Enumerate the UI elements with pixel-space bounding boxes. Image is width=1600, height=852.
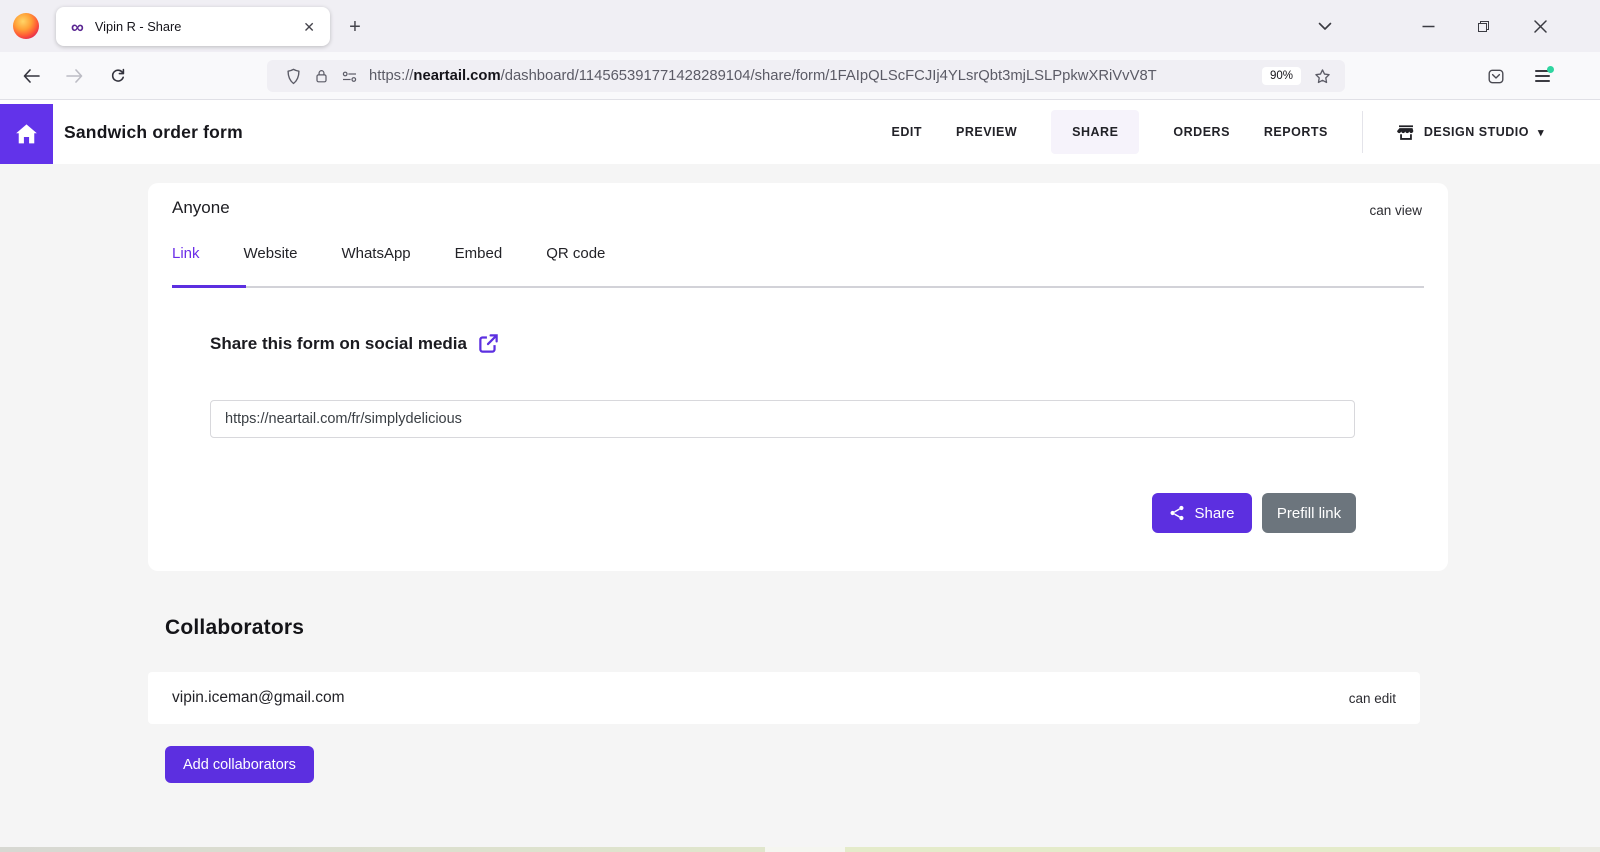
url-scheme: https:// — [369, 68, 414, 84]
lock-icon[interactable] — [307, 62, 335, 90]
minimize-button[interactable] — [1413, 11, 1443, 41]
tab-qr-code[interactable]: QR code — [546, 245, 605, 262]
browser-window: ∞ Vipin R - Share ✕ + https://neartail.c… — [0, 0, 1600, 852]
share-section-title: Share this form on social media — [210, 333, 499, 354]
close-window-button[interactable] — [1525, 11, 1555, 41]
app-navigation: EDIT PREVIEW SHARE ORDERS REPORTS DESIGN… — [892, 100, 1544, 164]
collaborator-permission: can edit — [1348, 690, 1396, 706]
design-studio-menu[interactable]: DESIGN STUDIO ▾ — [1396, 124, 1544, 141]
design-studio-label: DESIGN STUDIO — [1423, 125, 1529, 139]
infinity-favicon-icon: ∞ — [71, 16, 84, 37]
home-icon — [16, 124, 37, 144]
share-button[interactable]: Share — [1152, 493, 1252, 533]
nav-preview[interactable]: PREVIEW — [956, 125, 1017, 139]
url-bar[interactable]: https://neartail.com/dashboard/114565391… — [267, 60, 1345, 92]
collaborators-title: Collaborators — [165, 616, 305, 639]
collaborator-row: vipin.iceman@gmail.com can edit — [148, 672, 1420, 724]
list-tabs-chevron-icon[interactable] — [1310, 11, 1340, 41]
tab-title: Vipin R - Share — [94, 19, 182, 34]
add-collaborators-button[interactable]: Add collaborators — [165, 746, 314, 783]
caret-down-icon: ▾ — [1537, 126, 1544, 139]
open-in-new-icon[interactable] — [478, 333, 499, 354]
app-header: Sandwich order form EDIT PREVIEW SHARE O… — [0, 100, 1600, 164]
prefill-link-button[interactable]: Prefill link — [1262, 493, 1356, 533]
nav-share[interactable]: SHARE — [1051, 110, 1140, 154]
browser-tab[interactable]: ∞ Vipin R - Share ✕ — [56, 7, 330, 46]
nav-reports[interactable]: REPORTS — [1264, 125, 1328, 139]
tabs-underline — [172, 286, 1424, 288]
reload-button[interactable] — [104, 62, 132, 90]
form-link-input[interactable] — [210, 400, 1355, 438]
tab-close-icon[interactable]: ✕ — [296, 17, 322, 37]
browser-titlebar: ∞ Vipin R - Share ✕ + — [0, 0, 1600, 52]
below-fold-strip — [0, 847, 765, 852]
tab-link[interactable]: Link — [172, 245, 200, 262]
below-fold-strip — [1560, 847, 1600, 852]
share-section-title-text: Share this form on social media — [210, 333, 467, 353]
collaborator-email: vipin.iceman@gmail.com — [172, 689, 345, 706]
bookmark-star-icon[interactable] — [1308, 62, 1336, 90]
tab-website[interactable]: Website — [244, 245, 298, 262]
nav-divider — [1361, 111, 1363, 153]
tab-whatsapp[interactable]: WhatsApp — [341, 245, 410, 262]
firefox-logo-icon — [13, 13, 39, 39]
storefront-icon — [1396, 124, 1414, 140]
new-tab-button[interactable]: + — [340, 12, 370, 42]
restore-window-button[interactable] — [1468, 11, 1498, 41]
audience-permission: can view — [1369, 203, 1422, 218]
audience-label: Anyone — [172, 198, 230, 217]
nav-edit[interactable]: EDIT — [892, 125, 922, 139]
tab-embed[interactable]: Embed — [455, 245, 503, 262]
home-button[interactable] — [0, 104, 53, 164]
share-card: Anyone can view Link Website WhatsApp Em… — [148, 183, 1448, 571]
share-tabs: Link Website WhatsApp Embed QR code — [172, 245, 605, 262]
tracking-shield-icon[interactable] — [279, 62, 307, 90]
menu-notification-dot — [1546, 66, 1554, 73]
share-button-label: Share — [1194, 504, 1235, 522]
url-domain: neartail — [413, 68, 467, 84]
nav-orders[interactable]: ORDERS — [1173, 125, 1229, 139]
browser-toolbar: https://neartail.com/dashboard/114565391… — [0, 52, 1600, 100]
pocket-save-icon[interactable] — [1482, 62, 1510, 90]
active-tab-indicator — [172, 285, 246, 288]
below-fold-strip — [845, 847, 1560, 852]
page-title: Sandwich order form — [64, 121, 243, 142]
app-menu-icon[interactable] — [1528, 62, 1556, 90]
back-button[interactable] — [17, 62, 45, 90]
permissions-icon[interactable] — [335, 62, 363, 90]
below-fold-strip-gap — [765, 847, 845, 852]
url-path: /dashboard/114565391771428289104/share/f… — [500, 68, 1157, 84]
forward-button[interactable] — [60, 62, 88, 90]
page-zoom-indicator[interactable]: 90% — [1261, 67, 1301, 85]
share-icon — [1170, 505, 1184, 521]
url-text[interactable]: https://neartail.com/dashboard/114565391… — [369, 68, 1258, 84]
url-domain-suffix: .com — [466, 68, 501, 84]
